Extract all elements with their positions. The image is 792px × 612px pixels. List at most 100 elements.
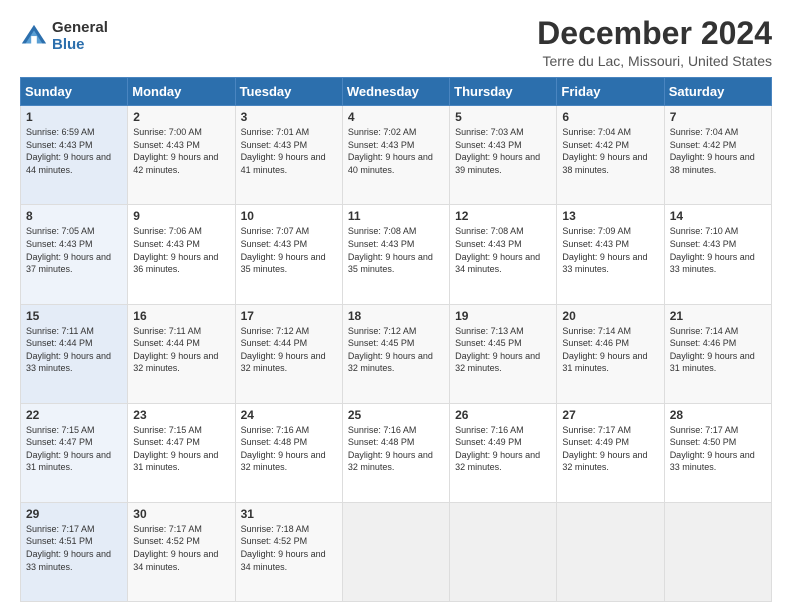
calendar-cell: 7 Sunrise: 7:04 AMSunset: 4:42 PMDaylight… — [664, 106, 771, 205]
day-info: Sunrise: 6:59 AMSunset: 4:43 PMDaylight:… — [26, 126, 122, 176]
calendar-cell — [342, 502, 449, 601]
calendar-week-row: 29 Sunrise: 7:17 AMSunset: 4:51 PMDayligh… — [21, 502, 772, 601]
day-number: 10 — [241, 209, 337, 223]
day-info: Sunrise: 7:11 AMSunset: 4:44 PMDaylight:… — [26, 325, 122, 375]
day-info: Sunrise: 7:00 AMSunset: 4:43 PMDaylight:… — [133, 126, 229, 176]
day-info: Sunrise: 7:17 AMSunset: 4:52 PMDaylight:… — [133, 523, 229, 573]
calendar-cell: 18 Sunrise: 7:12 AMSunset: 4:45 PMDayligh… — [342, 304, 449, 403]
day-number: 29 — [26, 507, 122, 521]
day-info: Sunrise: 7:04 AMSunset: 4:42 PMDaylight:… — [562, 126, 658, 176]
day-of-week-saturday: Saturday — [664, 78, 771, 106]
day-info: Sunrise: 7:06 AMSunset: 4:43 PMDaylight:… — [133, 225, 229, 275]
calendar-cell: 24 Sunrise: 7:16 AMSunset: 4:48 PMDayligh… — [235, 403, 342, 502]
day-number: 2 — [133, 110, 229, 124]
day-info: Sunrise: 7:14 AMSunset: 4:46 PMDaylight:… — [670, 325, 766, 375]
day-number: 1 — [26, 110, 122, 124]
day-info: Sunrise: 7:17 AMSunset: 4:51 PMDaylight:… — [26, 523, 122, 573]
day-number: 8 — [26, 209, 122, 223]
calendar-cell: 27 Sunrise: 7:17 AMSunset: 4:49 PMDayligh… — [557, 403, 664, 502]
calendar-cell: 30 Sunrise: 7:17 AMSunset: 4:52 PMDayligh… — [128, 502, 235, 601]
day-info: Sunrise: 7:01 AMSunset: 4:43 PMDaylight:… — [241, 126, 337, 176]
day-number: 16 — [133, 309, 229, 323]
day-info: Sunrise: 7:07 AMSunset: 4:43 PMDaylight:… — [241, 225, 337, 275]
subtitle: Terre du Lac, Missouri, United States — [537, 53, 772, 69]
day-number: 11 — [348, 209, 444, 223]
day-number: 14 — [670, 209, 766, 223]
calendar-cell: 25 Sunrise: 7:16 AMSunset: 4:48 PMDayligh… — [342, 403, 449, 502]
day-info: Sunrise: 7:11 AMSunset: 4:44 PMDaylight:… — [133, 325, 229, 375]
day-info: Sunrise: 7:04 AMSunset: 4:42 PMDaylight:… — [670, 126, 766, 176]
day-number: 28 — [670, 408, 766, 422]
day-number: 18 — [348, 309, 444, 323]
calendar-cell: 21 Sunrise: 7:14 AMSunset: 4:46 PMDayligh… — [664, 304, 771, 403]
day-number: 24 — [241, 408, 337, 422]
day-number: 13 — [562, 209, 658, 223]
day-info: Sunrise: 7:17 AMSunset: 4:50 PMDaylight:… — [670, 424, 766, 474]
day-number: 15 — [26, 309, 122, 323]
header: General Blue December 2024 Terre du Lac,… — [20, 16, 772, 69]
calendar-cell — [664, 502, 771, 601]
day-number: 17 — [241, 309, 337, 323]
logo-icon — [20, 23, 48, 51]
day-number: 21 — [670, 309, 766, 323]
day-of-week-wednesday: Wednesday — [342, 78, 449, 106]
day-number: 23 — [133, 408, 229, 422]
calendar-cell: 31Sunrise: 7:18 AMSunset: 4:52 PMDayligh… — [235, 502, 342, 601]
calendar-cell: 23Sunrise: 7:15 AMSunset: 4:47 PMDayligh… — [128, 403, 235, 502]
calendar-cell: 4Sunrise: 7:02 AMSunset: 4:43 PMDaylight… — [342, 106, 449, 205]
calendar-week-row: 15 Sunrise: 7:11 AMSunset: 4:44 PMDayligh… — [21, 304, 772, 403]
day-number: 22 — [26, 408, 122, 422]
calendar-cell: 1 Sunrise: 6:59 AMSunset: 4:43 PMDaylight… — [21, 106, 128, 205]
day-number: 30 — [133, 507, 229, 521]
day-number: 19 — [455, 309, 551, 323]
logo: General Blue — [20, 20, 108, 53]
main-title: December 2024 — [537, 16, 772, 51]
day-info: Sunrise: 7:15 AMSunset: 4:47 PMDaylight:… — [26, 424, 122, 474]
day-info: Sunrise: 7:12 AMSunset: 4:45 PMDaylight:… — [348, 325, 444, 375]
day-info: Sunrise: 7:18 AMSunset: 4:52 PMDaylight:… — [241, 523, 337, 573]
day-number: 27 — [562, 408, 658, 422]
day-info: Sunrise: 7:16 AMSunset: 4:48 PMDaylight:… — [348, 424, 444, 474]
calendar-cell: 17 Sunrise: 7:12 AMSunset: 4:44 PMDayligh… — [235, 304, 342, 403]
day-info: Sunrise: 7:16 AMSunset: 4:48 PMDaylight:… — [241, 424, 337, 474]
day-info: Sunrise: 7:08 AMSunset: 4:43 PMDaylight:… — [455, 225, 551, 275]
calendar-week-row: 22 Sunrise: 7:15 AMSunset: 4:47 PMDayligh… — [21, 403, 772, 502]
day-number: 6 — [562, 110, 658, 124]
day-info: Sunrise: 7:17 AMSunset: 4:49 PMDaylight:… — [562, 424, 658, 474]
page: General Blue December 2024 Terre du Lac,… — [0, 0, 792, 612]
day-of-week-tuesday: Tuesday — [235, 78, 342, 106]
calendar-cell: 22 Sunrise: 7:15 AMSunset: 4:47 PMDayligh… — [21, 403, 128, 502]
calendar-cell — [450, 502, 557, 601]
day-number: 7 — [670, 110, 766, 124]
calendar-cell: 19 Sunrise: 7:13 AMSunset: 4:45 PMDayligh… — [450, 304, 557, 403]
logo-text: General Blue — [52, 20, 108, 53]
calendar-cell: 3Sunrise: 7:01 AMSunset: 4:43 PMDaylight… — [235, 106, 342, 205]
calendar-cell: 20Sunrise: 7:14 AMSunset: 4:46 PMDayligh… — [557, 304, 664, 403]
calendar-week-row: 1 Sunrise: 6:59 AMSunset: 4:43 PMDaylight… — [21, 106, 772, 205]
day-info: Sunrise: 7:03 AMSunset: 4:43 PMDaylight:… — [455, 126, 551, 176]
day-number: 5 — [455, 110, 551, 124]
day-info: Sunrise: 7:08 AMSunset: 4:43 PMDaylight:… — [348, 225, 444, 275]
day-info: Sunrise: 7:13 AMSunset: 4:45 PMDaylight:… — [455, 325, 551, 375]
day-of-week-sunday: Sunday — [21, 78, 128, 106]
day-of-week-monday: Monday — [128, 78, 235, 106]
calendar-cell: 15 Sunrise: 7:11 AMSunset: 4:44 PMDayligh… — [21, 304, 128, 403]
calendar-cell: 12 Sunrise: 7:08 AMSunset: 4:43 PMDayligh… — [450, 205, 557, 304]
day-number: 4 — [348, 110, 444, 124]
calendar-cell: 16 Sunrise: 7:11 AMSunset: 4:44 PMDayligh… — [128, 304, 235, 403]
logo-blue-text: Blue — [52, 37, 108, 54]
day-info: Sunrise: 7:12 AMSunset: 4:44 PMDaylight:… — [241, 325, 337, 375]
day-number: 12 — [455, 209, 551, 223]
calendar-cell: 9Sunrise: 7:06 AMSunset: 4:43 PMDaylight… — [128, 205, 235, 304]
calendar-cell: 8Sunrise: 7:05 AMSunset: 4:43 PMDaylight… — [21, 205, 128, 304]
calendar-cell: 6 Sunrise: 7:04 AMSunset: 4:42 PMDaylight… — [557, 106, 664, 205]
calendar-cell: 26Sunrise: 7:16 AMSunset: 4:49 PMDayligh… — [450, 403, 557, 502]
title-block: December 2024 Terre du Lac, Missouri, Un… — [537, 16, 772, 69]
calendar-cell: 28 Sunrise: 7:17 AMSunset: 4:50 PMDayligh… — [664, 403, 771, 502]
day-number: 25 — [348, 408, 444, 422]
logo-general-text: General — [52, 20, 108, 37]
calendar-table: SundayMondayTuesdayWednesdayThursdayFrid… — [20, 77, 772, 602]
day-info: Sunrise: 7:10 AMSunset: 4:43 PMDaylight:… — [670, 225, 766, 275]
calendar-cell: 5 Sunrise: 7:03 AMSunset: 4:43 PMDaylight… — [450, 106, 557, 205]
calendar-cell: 10 Sunrise: 7:07 AMSunset: 4:43 PMDayligh… — [235, 205, 342, 304]
